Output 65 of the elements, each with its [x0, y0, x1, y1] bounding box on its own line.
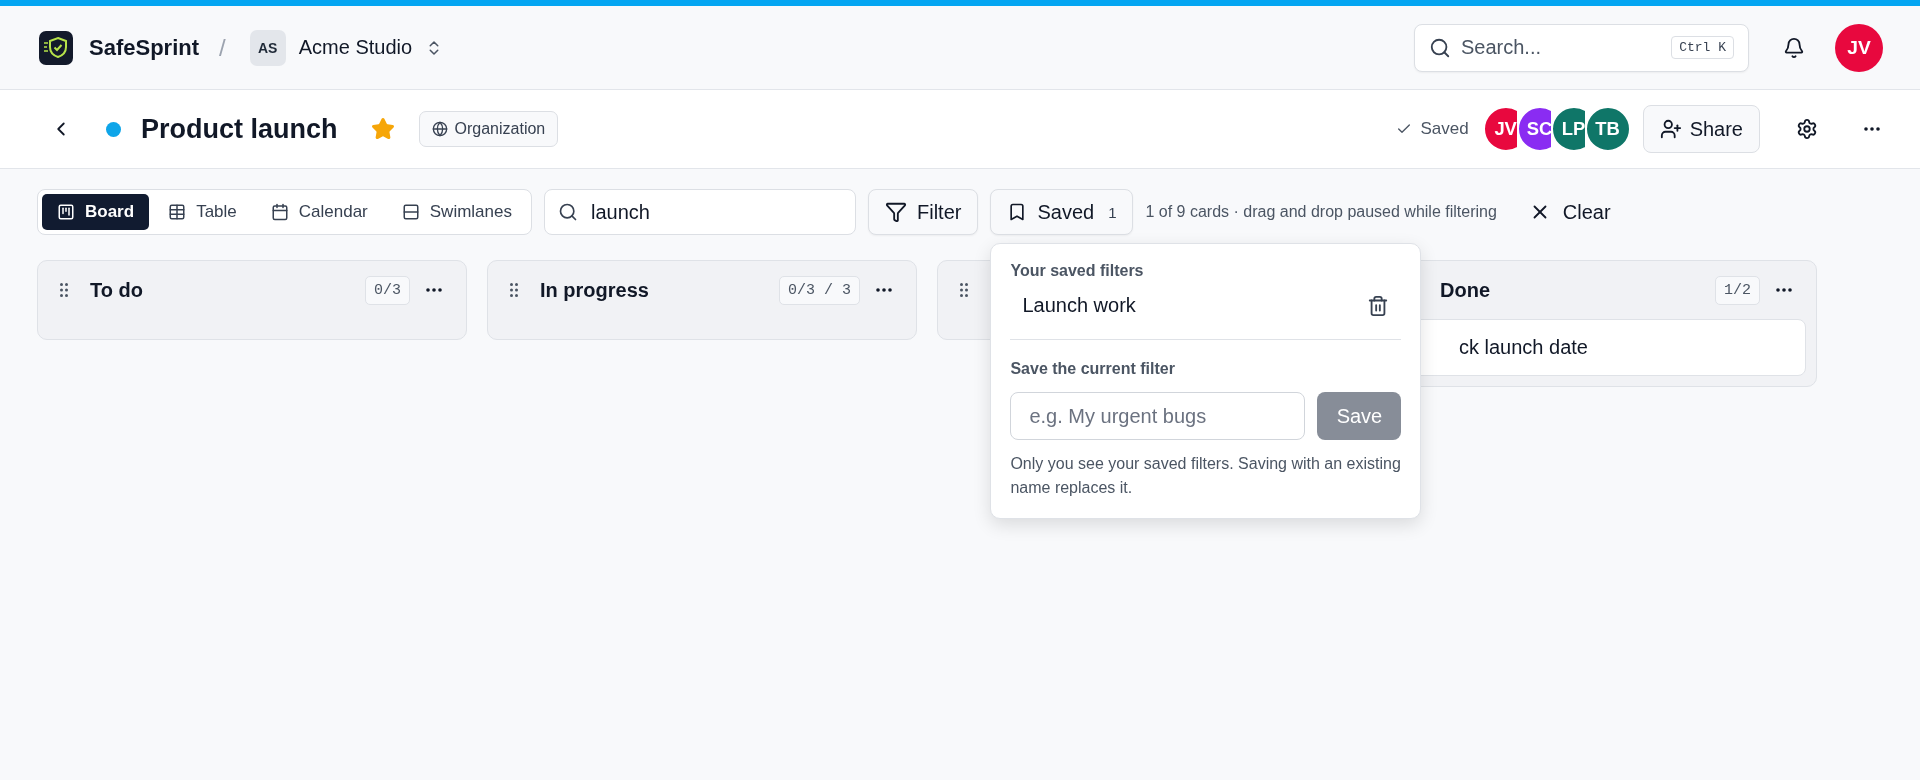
drag-handle-icon[interactable]	[960, 283, 968, 297]
shield-check-logo-icon	[39, 30, 73, 65]
view-tab[interactable]: Calendar	[255, 194, 383, 230]
member-avatar[interactable]: JV	[1482, 106, 1517, 152]
calendar-icon	[270, 203, 289, 221]
column-count: 1/2	[1715, 275, 1760, 305]
table-icon	[168, 203, 187, 221]
globe-icon	[431, 121, 448, 137]
grip-icon	[510, 283, 518, 297]
notifications-button[interactable]	[1783, 36, 1805, 59]
more-icon	[426, 288, 442, 292]
column-title: Done	[1440, 278, 1491, 302]
settings-icon[interactable]	[1796, 118, 1818, 140]
favorite-star-icon[interactable]	[370, 117, 395, 141]
saved-filters-button[interactable]: Saved 1	[990, 189, 1134, 235]
more-button[interactable]	[1776, 288, 1792, 292]
trash-icon	[1367, 294, 1390, 317]
more-icon	[876, 288, 892, 292]
share-button[interactable]: Share	[1642, 105, 1760, 153]
search-icon	[557, 202, 578, 222]
more-icon	[1864, 127, 1880, 131]
drag-handle-icon[interactable]	[60, 283, 68, 297]
saved-count: 1	[1108, 203, 1117, 221]
grip-icon	[960, 283, 968, 297]
filter-name-field[interactable]: e.g. My urgent bugs	[1010, 392, 1306, 440]
view-tab[interactable]: Swimlanes	[386, 194, 527, 230]
filter-search-field[interactable]: launch	[543, 189, 856, 235]
clear-button[interactable]: Clear	[1518, 200, 1621, 224]
bell-icon	[1783, 36, 1805, 59]
view-tab[interactable]: Board	[42, 194, 150, 230]
user-avatar[interactable]: JV	[1835, 23, 1883, 72]
column-count: 0/3 / 3	[779, 275, 860, 305]
more-button[interactable]	[876, 288, 892, 292]
more-icon	[1776, 288, 1792, 292]
funnel-icon	[884, 201, 907, 223]
user-plus-icon	[1659, 118, 1682, 140]
saved-filter-item[interactable]: Launch work	[1022, 294, 1136, 317]
member-avatar[interactable]: LP	[1550, 106, 1585, 152]
search-field[interactable]: Search... Ctrl K	[1414, 23, 1749, 72]
popover-heading: Save the current filter	[1010, 360, 1176, 378]
project-title: Product launch	[141, 113, 338, 145]
search-icon	[1429, 36, 1451, 59]
settings-gear-icon	[1796, 118, 1818, 140]
popover-heading: Your saved filters	[1010, 262, 1145, 280]
board-icon	[57, 203, 75, 221]
more-button[interactable]	[426, 288, 442, 292]
brand-name: SafeSprint	[89, 34, 200, 61]
popover-note: Only you see your saved filters. Saving with an existing name replaces it.	[1010, 454, 1402, 498]
save-status: Saved	[1396, 119, 1469, 139]
workspace-switcher[interactable]: AS Acme Studio	[249, 29, 444, 66]
delete-icon[interactable]	[1367, 294, 1390, 317]
view-tab[interactable]: Table	[153, 194, 252, 230]
filter-summary: 1 of 9 cards · drag and drop paused while filtering	[1145, 203, 1497, 221]
column-title: In progress	[540, 278, 650, 302]
grip-icon	[60, 283, 68, 297]
more-button[interactable]	[1864, 127, 1880, 131]
swimlanes-icon	[401, 203, 420, 221]
status-dot	[106, 121, 121, 137]
visibility-chip[interactable]: Organization	[418, 111, 559, 147]
breadcrumb-separator: /	[219, 33, 226, 62]
drag-handle-icon[interactable]	[510, 283, 518, 297]
member-avatar[interactable]: TB	[1584, 106, 1631, 152]
filter-button[interactable]: Filter	[867, 189, 979, 235]
column-count: 0/3	[365, 275, 410, 305]
column-title: To do	[90, 278, 144, 302]
